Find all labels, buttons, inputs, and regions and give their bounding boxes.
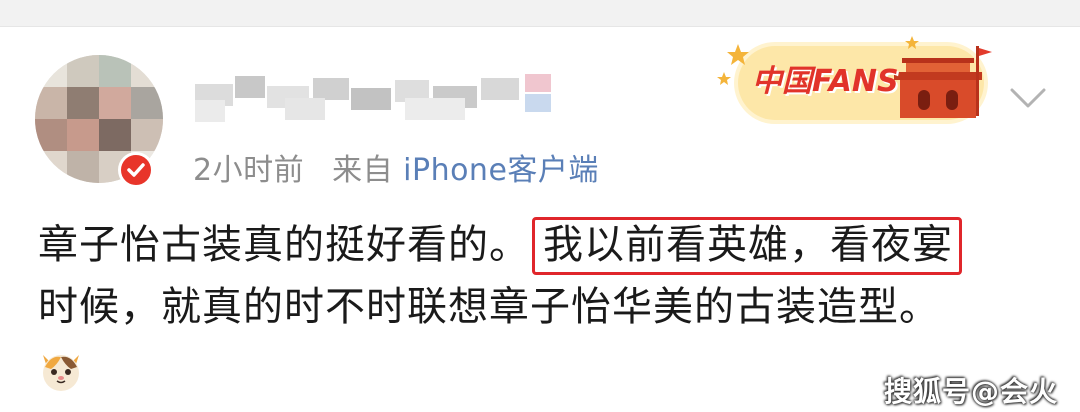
highlighted-text: 我以前看英雄，看夜宴 [532,217,962,275]
post-text: 章子怡古装真的挺好看的。 我以前看英雄，看夜宴 时候，就真的时不时联想章子怡华美的… [38,214,1058,338]
post-time: 2小时前 [193,153,305,188]
username-blurred[interactable] [195,72,555,122]
china-fans-badge-text: 中国FANS [752,64,899,99]
post-source-link[interactable]: iPhone客户端 [403,153,599,188]
cat-face-emoji-icon [37,345,85,393]
verified-badge-icon [118,152,154,188]
post-text-part-2: 时候，就真的时不时联想章子怡华美的古装造型。 [38,284,940,330]
top-bar [0,0,1080,27]
post-source-prefix: 来自 [332,153,394,188]
post-text-part-1: 章子怡古装真的挺好看的。 [38,222,530,268]
chevron-down-icon[interactable] [1008,84,1048,114]
post-meta: 2小时前 来自 iPhone客户端 [193,145,599,189]
china-fans-badge-icon[interactable]: 中国FANS [712,32,996,128]
watermark-text: 搜狐号@会火 [883,375,1058,408]
